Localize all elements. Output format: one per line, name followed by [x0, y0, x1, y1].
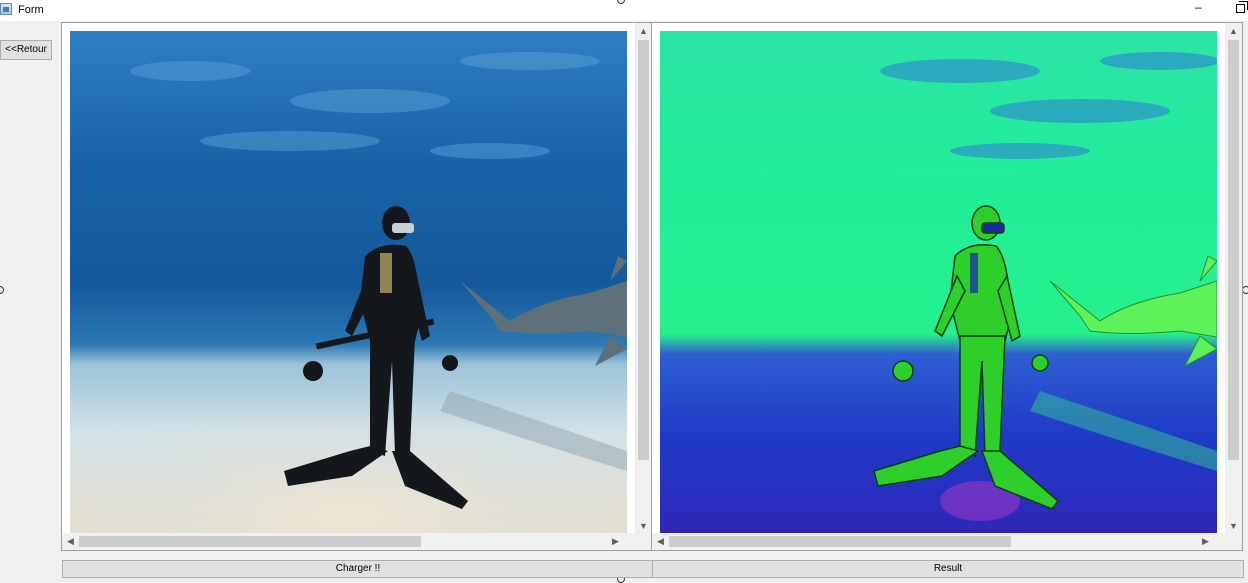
back-button[interactable]: <<Retour — [0, 40, 52, 60]
app-icon — [0, 3, 12, 15]
result-image-panel: ▲ ▼ ◀ ▶ — [651, 22, 1243, 551]
original-image-panel: ▲ ▼ ◀ ▶ — [61, 22, 653, 551]
title-bar: Form – — [0, 0, 1248, 21]
vertical-scrollbar[interactable]: ▲ ▼ — [1225, 23, 1242, 535]
scroll-corner — [1225, 533, 1242, 550]
horizontal-scroll-thumb[interactable] — [79, 536, 421, 547]
scroll-left-icon[interactable]: ◀ — [62, 533, 79, 550]
load-button[interactable]: Charger !! — [62, 560, 654, 578]
original-image — [70, 31, 627, 536]
scroll-left-icon[interactable]: ◀ — [652, 533, 669, 550]
vertical-scrollbar[interactable]: ▲ ▼ — [635, 23, 652, 535]
minimize-icon[interactable]: – — [1195, 0, 1202, 14]
vertical-scroll-thumb[interactable] — [1228, 40, 1239, 460]
restore-icon[interactable] — [1236, 1, 1248, 13]
resize-handle-left[interactable] — [0, 286, 4, 294]
scroll-up-icon[interactable]: ▲ — [635, 23, 652, 40]
horizontal-scrollbar[interactable]: ◀ ▶ — [652, 533, 1227, 550]
horizontal-scroll-thumb[interactable] — [669, 536, 1011, 547]
horizontal-scrollbar[interactable]: ◀ ▶ — [62, 533, 637, 550]
scroll-corner — [635, 533, 652, 550]
vertical-scroll-thumb[interactable] — [638, 40, 649, 460]
scroll-up-icon[interactable]: ▲ — [1225, 23, 1242, 40]
result-button[interactable]: Result — [652, 560, 1244, 578]
window-title: Form — [18, 4, 44, 16]
scroll-right-icon[interactable]: ▶ — [607, 533, 624, 550]
result-image — [660, 31, 1217, 536]
scroll-right-icon[interactable]: ▶ — [1197, 533, 1214, 550]
